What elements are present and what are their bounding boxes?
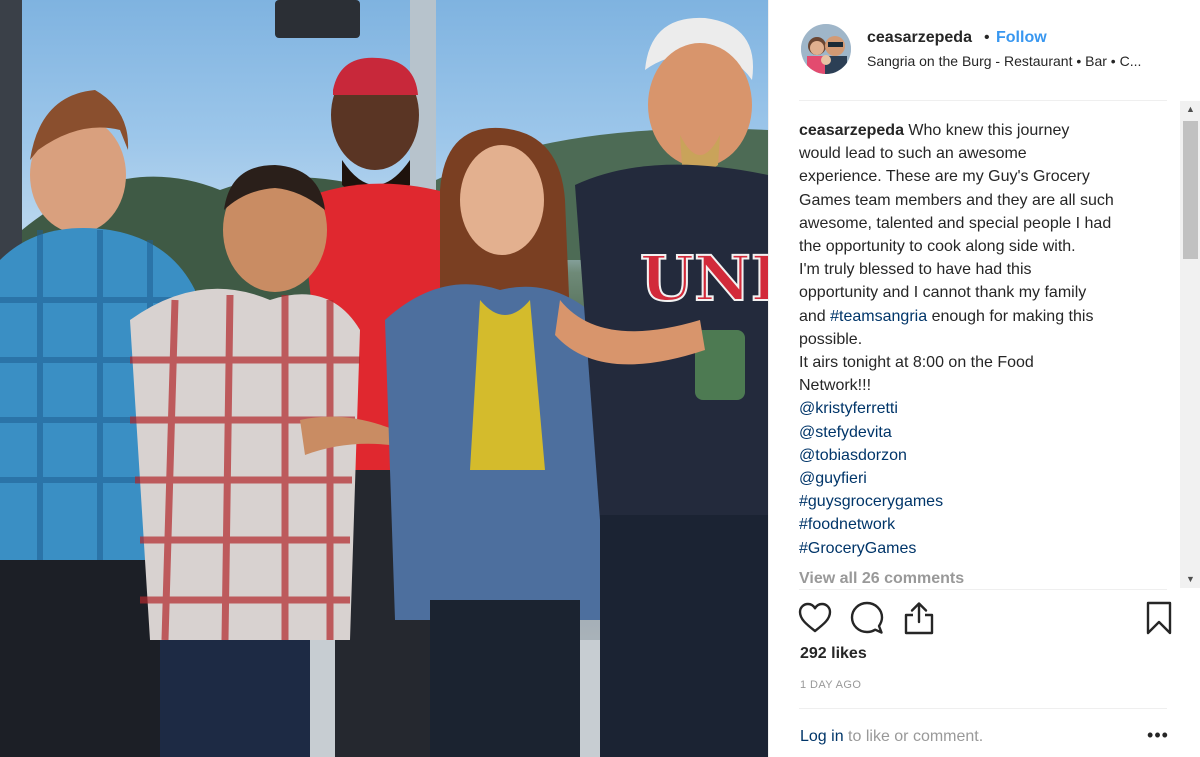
scrollbar-thumb[interactable]	[1183, 121, 1198, 259]
hashtag-link[interactable]: #teamsangria	[830, 308, 927, 325]
hashtag-link[interactable]: #GroceryGames	[799, 537, 1159, 560]
comment-bubble-icon	[850, 601, 884, 634]
mention-link[interactable]: @kristyferretti	[799, 397, 1159, 420]
share-button[interactable]	[899, 598, 939, 638]
comments-scrollbar[interactable]: ▲ ▼	[1180, 101, 1200, 588]
caption-line: opportunity and I cannot thank my family	[799, 284, 1087, 302]
svg-text:UNLV: UNLV	[640, 242, 768, 315]
heart-icon	[798, 602, 832, 633]
username-link[interactable]: ceasarzepeda	[867, 29, 972, 47]
divider	[799, 708, 1167, 709]
share-icon	[904, 602, 934, 635]
caption-line: experience. These are my Guy's Grocery	[799, 168, 1090, 186]
mention-link[interactable]: @guyfieri	[799, 467, 1159, 490]
caption-line: enough for making this	[931, 307, 1094, 325]
caption-line: awesome, talented and special people I h…	[799, 214, 1112, 232]
caption-username[interactable]: ceasarzepeda	[799, 122, 904, 139]
caption-line: Who knew this journey	[908, 122, 1070, 139]
view-all-comments-link[interactable]: View all 26 comments	[799, 570, 964, 588]
login-prompt-text: to like or comment.	[843, 728, 984, 745]
avatar-photo	[801, 24, 851, 74]
comment-button[interactable]	[847, 598, 887, 638]
follow-button[interactable]: Follow	[996, 29, 1047, 47]
more-options-icon[interactable]: •••	[1145, 726, 1171, 748]
post-timestamp[interactable]: 1 DAY AGO	[800, 679, 861, 691]
hashtag-link[interactable]: #foodnetwork	[799, 513, 1159, 536]
post-header: ceasarzepeda • Follow Sangria on the Bur…	[769, 0, 1200, 100]
avatar[interactable]	[801, 24, 851, 74]
group-photo-illustration: UNLV	[0, 0, 768, 757]
caption-line: and	[799, 307, 826, 325]
separator-dot: •	[984, 29, 990, 46]
caption-line: the opportunity to cook along side with.	[799, 238, 1076, 256]
scroll-up-arrow-icon[interactable]: ▲	[1180, 101, 1200, 118]
like-button[interactable]	[795, 598, 835, 638]
hashtag-link[interactable]: #guysgrocerygames	[799, 490, 1159, 513]
login-prompt: Log in to like or comment.	[800, 728, 983, 746]
bookmark-icon	[1146, 601, 1172, 635]
caption-line: would lead to such an awesome	[799, 145, 1027, 163]
caption-line: It airs tonight at 8:00 on the Food	[799, 354, 1034, 372]
likes-count[interactable]: 292 likes	[800, 645, 867, 663]
post-sidebar: ceasarzepeda • Follow Sangria on the Bur…	[768, 0, 1200, 757]
location-link[interactable]: Sangria on the Burg - Restaurant • Bar •…	[867, 53, 1177, 69]
caption-line: Games team members and they are all such	[799, 191, 1114, 209]
caption-line: Network!!!	[799, 377, 872, 395]
caption-line: possible.	[799, 330, 863, 348]
scroll-down-arrow-icon[interactable]: ▼	[1180, 571, 1200, 588]
action-bar	[769, 598, 1200, 638]
save-button[interactable]	[1139, 598, 1179, 638]
post-photo[interactable]: UNLV	[0, 0, 768, 757]
mention-link[interactable]: @stefydevita	[799, 421, 1159, 444]
caption: ceasarzepeda Who knew this journey would…	[799, 119, 1159, 560]
comments-area[interactable]: ceasarzepeda Who knew this journey would…	[799, 101, 1179, 591]
caption-line: I'm truly blessed to have had this	[799, 261, 1032, 279]
login-link[interactable]: Log in	[800, 728, 844, 745]
divider	[799, 589, 1167, 590]
mention-link[interactable]: @tobiasdorzon	[799, 444, 1159, 467]
